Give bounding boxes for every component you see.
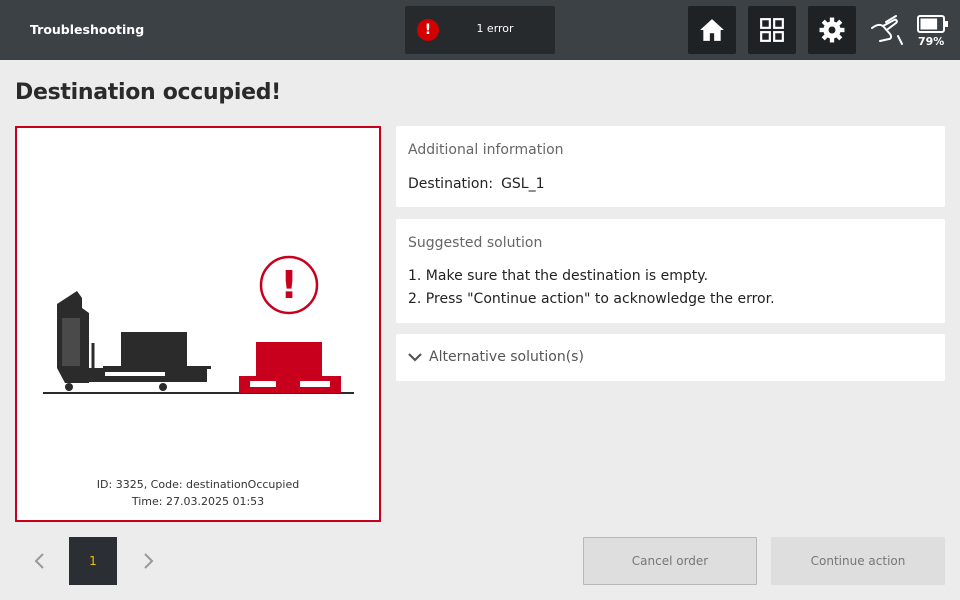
- error-illustration-card: ! ID: 3325, Code: destinationOccupied Ti…: [15, 126, 381, 522]
- error-meta: ID: 3325, Code: destinationOccupied Time…: [17, 476, 379, 510]
- suggested-solution-card: Suggested solution 1. Make sure that the…: [396, 219, 945, 323]
- error-id-code: ID: 3325, Code: destinationOccupied: [96, 478, 300, 491]
- destination-occupied-illustration: !: [43, 255, 354, 394]
- home-icon: [700, 19, 724, 41]
- occupying-load: [256, 342, 322, 376]
- additional-info-heading: Additional information: [408, 142, 564, 158]
- battery-percentage: 79%: [918, 35, 945, 48]
- destination-row: Destination: GSL_1: [408, 176, 545, 192]
- solution-step: 2. Press "Continue action" to acknowledg…: [408, 291, 775, 307]
- battery-icon: [917, 15, 948, 33]
- hand-touch-icon[interactable]: [868, 14, 904, 46]
- chevron-down-icon: [408, 353, 422, 362]
- top-bar: Troubleshooting ! 1 error 79%: [0, 0, 960, 60]
- page-number-button[interactable]: 1: [69, 537, 117, 585]
- suggested-solution-heading: Suggested solution: [408, 235, 543, 251]
- additional-info-card: Additional information Destination: GSL_1: [396, 126, 945, 207]
- next-page-button[interactable]: [138, 550, 158, 572]
- error-indicator-button[interactable]: ! 1 error: [405, 6, 555, 54]
- alternative-solutions-label: Alternative solution(s): [429, 349, 584, 365]
- app-title: Troubleshooting: [30, 22, 145, 37]
- home-button[interactable]: [688, 6, 736, 54]
- error-count-label: 1 error: [476, 22, 514, 35]
- error-time: Time: 27.03.2025 01:53: [131, 495, 265, 508]
- alert-glyph: !: [280, 263, 297, 307]
- cancel-order-button[interactable]: Cancel order: [583, 537, 757, 585]
- error-icon: !: [417, 19, 439, 41]
- page-title: Destination occupied!: [15, 80, 281, 105]
- carried-load: [121, 332, 187, 366]
- solution-step: 1. Make sure that the destination is emp…: [408, 268, 709, 284]
- alternative-solutions-toggle[interactable]: Alternative solution(s): [396, 334, 945, 381]
- destination-label: Destination:: [408, 176, 494, 192]
- apps-button[interactable]: [748, 6, 796, 54]
- gear-icon: [819, 17, 845, 43]
- destination-value: GSL_1: [501, 176, 545, 192]
- previous-page-button[interactable]: [30, 550, 50, 572]
- grid-icon: [760, 18, 784, 42]
- continue-action-button[interactable]: Continue action: [771, 537, 945, 585]
- settings-button[interactable]: [808, 6, 856, 54]
